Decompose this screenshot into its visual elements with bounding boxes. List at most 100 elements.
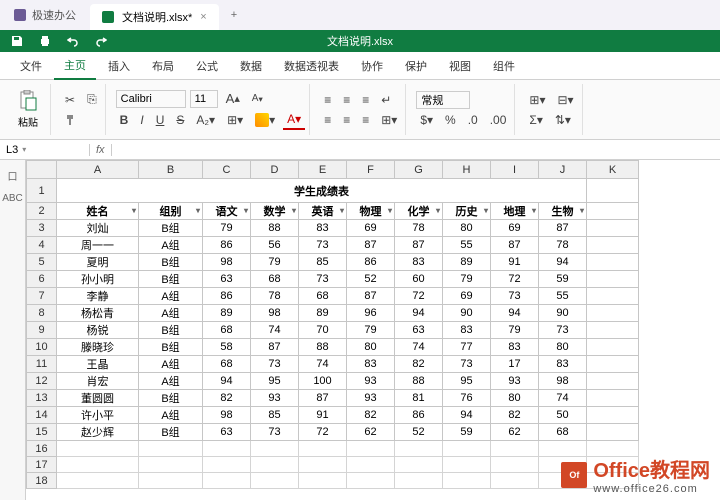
data-cell[interactable]: 56: [251, 237, 299, 254]
data-cell[interactable]: 55: [443, 237, 491, 254]
col-header-D[interactable]: D: [251, 161, 299, 179]
empty-cell[interactable]: [443, 441, 491, 457]
table-header-9[interactable]: 生物▾: [539, 203, 587, 220]
data-cell[interactable]: 73: [299, 271, 347, 288]
data-cell[interactable]: 周一一: [57, 237, 139, 254]
filter-dropdown-icon[interactable]: ▾: [196, 206, 200, 215]
data-cell[interactable]: 83: [443, 322, 491, 339]
table-header-2[interactable]: 语文▾: [203, 203, 251, 220]
data-cell[interactable]: 96: [347, 305, 395, 322]
row-header-16[interactable]: 16: [27, 441, 57, 457]
data-cell[interactable]: 55: [539, 288, 587, 305]
select-all-corner[interactable]: [27, 161, 57, 179]
empty-cell[interactable]: [299, 457, 347, 473]
menu-item-3[interactable]: 布局: [142, 53, 184, 79]
data-cell[interactable]: 94: [443, 407, 491, 424]
empty-cell[interactable]: [203, 441, 251, 457]
data-cell[interactable]: 杨松青: [57, 305, 139, 322]
data-cell[interactable]: 80: [539, 339, 587, 356]
underline-button[interactable]: U: [152, 111, 169, 129]
col-header-G[interactable]: G: [395, 161, 443, 179]
empty-cell[interactable]: [491, 441, 539, 457]
cell-K1[interactable]: [587, 179, 639, 203]
bold-button[interactable]: B: [116, 111, 133, 129]
data-cell[interactable]: 87: [539, 220, 587, 237]
data-cell[interactable]: 95: [251, 373, 299, 390]
row-header-2[interactable]: 2: [27, 203, 57, 220]
cut-icon[interactable]: ✂: [61, 91, 79, 109]
row-header-9[interactable]: 9: [27, 322, 57, 339]
data-cell[interactable]: 79: [491, 322, 539, 339]
data-cell[interactable]: 79: [251, 254, 299, 271]
data-cell[interactable]: 79: [203, 220, 251, 237]
data-cell[interactable]: 赵少辉: [57, 424, 139, 441]
empty-cell[interactable]: [57, 473, 139, 489]
filter-dropdown-icon[interactable]: ▾: [244, 206, 248, 215]
data-cell[interactable]: 63: [203, 424, 251, 441]
filter-dropdown-icon[interactable]: ▾: [580, 206, 584, 215]
data-cell[interactable]: 79: [443, 271, 491, 288]
filter-dropdown-icon[interactable]: ▾: [436, 206, 440, 215]
data-cell[interactable]: 86: [203, 237, 251, 254]
data-cell[interactable]: 74: [395, 339, 443, 356]
document-tab[interactable]: 文档说明.xlsx* ×: [90, 4, 219, 30]
data-cell[interactable]: B组: [139, 254, 203, 271]
col-header-C[interactable]: C: [203, 161, 251, 179]
cell-K2[interactable]: [587, 203, 639, 220]
cell-K7[interactable]: [587, 288, 639, 305]
row-header-8[interactable]: 8: [27, 305, 57, 322]
row-header-13[interactable]: 13: [27, 390, 57, 407]
data-cell[interactable]: 91: [491, 254, 539, 271]
row-header-15[interactable]: 15: [27, 424, 57, 441]
table-header-5[interactable]: 物理▾: [347, 203, 395, 220]
empty-cell[interactable]: [347, 473, 395, 489]
data-cell[interactable]: 80: [443, 220, 491, 237]
menu-item-10[interactable]: 组件: [483, 53, 525, 79]
data-cell[interactable]: 李静: [57, 288, 139, 305]
menu-item-9[interactable]: 视图: [439, 53, 481, 79]
empty-cell[interactable]: [203, 457, 251, 473]
empty-cell[interactable]: [139, 473, 203, 489]
font-size-select[interactable]: 11: [190, 90, 218, 108]
col-header-A[interactable]: A: [57, 161, 139, 179]
data-cell[interactable]: 83: [347, 356, 395, 373]
data-cell[interactable]: 74: [299, 356, 347, 373]
col-header-F[interactable]: F: [347, 161, 395, 179]
data-cell[interactable]: 68: [203, 356, 251, 373]
row-header-4[interactable]: 4: [27, 237, 57, 254]
row-header-12[interactable]: 12: [27, 373, 57, 390]
filter-dropdown-icon[interactable]: ▾: [132, 206, 136, 215]
empty-cell[interactable]: [395, 441, 443, 457]
data-cell[interactable]: 63: [395, 322, 443, 339]
decrease-decimal-button[interactable]: .0: [464, 111, 482, 129]
data-cell[interactable]: 86: [347, 254, 395, 271]
save-icon[interactable]: [10, 34, 24, 48]
empty-cell[interactable]: [139, 457, 203, 473]
empty-cell[interactable]: [203, 473, 251, 489]
col-header-H[interactable]: H: [443, 161, 491, 179]
data-cell[interactable]: B组: [139, 322, 203, 339]
data-cell[interactable]: 滕晓珍: [57, 339, 139, 356]
data-cell[interactable]: 93: [347, 373, 395, 390]
row-header-11[interactable]: 11: [27, 356, 57, 373]
data-cell[interactable]: 68: [203, 322, 251, 339]
data-cell[interactable]: 许小平: [57, 407, 139, 424]
delete-cells-button[interactable]: ⊟▾: [553, 91, 577, 109]
data-cell[interactable]: 100: [299, 373, 347, 390]
data-cell[interactable]: 83: [539, 356, 587, 373]
empty-cell[interactable]: [251, 441, 299, 457]
row-header-14[interactable]: 14: [27, 407, 57, 424]
cell-K5[interactable]: [587, 254, 639, 271]
empty-cell[interactable]: [251, 457, 299, 473]
data-cell[interactable]: 83: [491, 339, 539, 356]
row-header-7[interactable]: 7: [27, 288, 57, 305]
data-cell[interactable]: 87: [251, 339, 299, 356]
table-header-7[interactable]: 历史▾: [443, 203, 491, 220]
filter-dropdown-icon[interactable]: ▾: [388, 206, 392, 215]
undo-icon[interactable]: [66, 34, 80, 48]
data-cell[interactable]: 59: [539, 271, 587, 288]
empty-cell[interactable]: [395, 457, 443, 473]
data-cell[interactable]: 73: [443, 356, 491, 373]
data-cell[interactable]: 89: [299, 305, 347, 322]
data-cell[interactable]: 98: [203, 407, 251, 424]
